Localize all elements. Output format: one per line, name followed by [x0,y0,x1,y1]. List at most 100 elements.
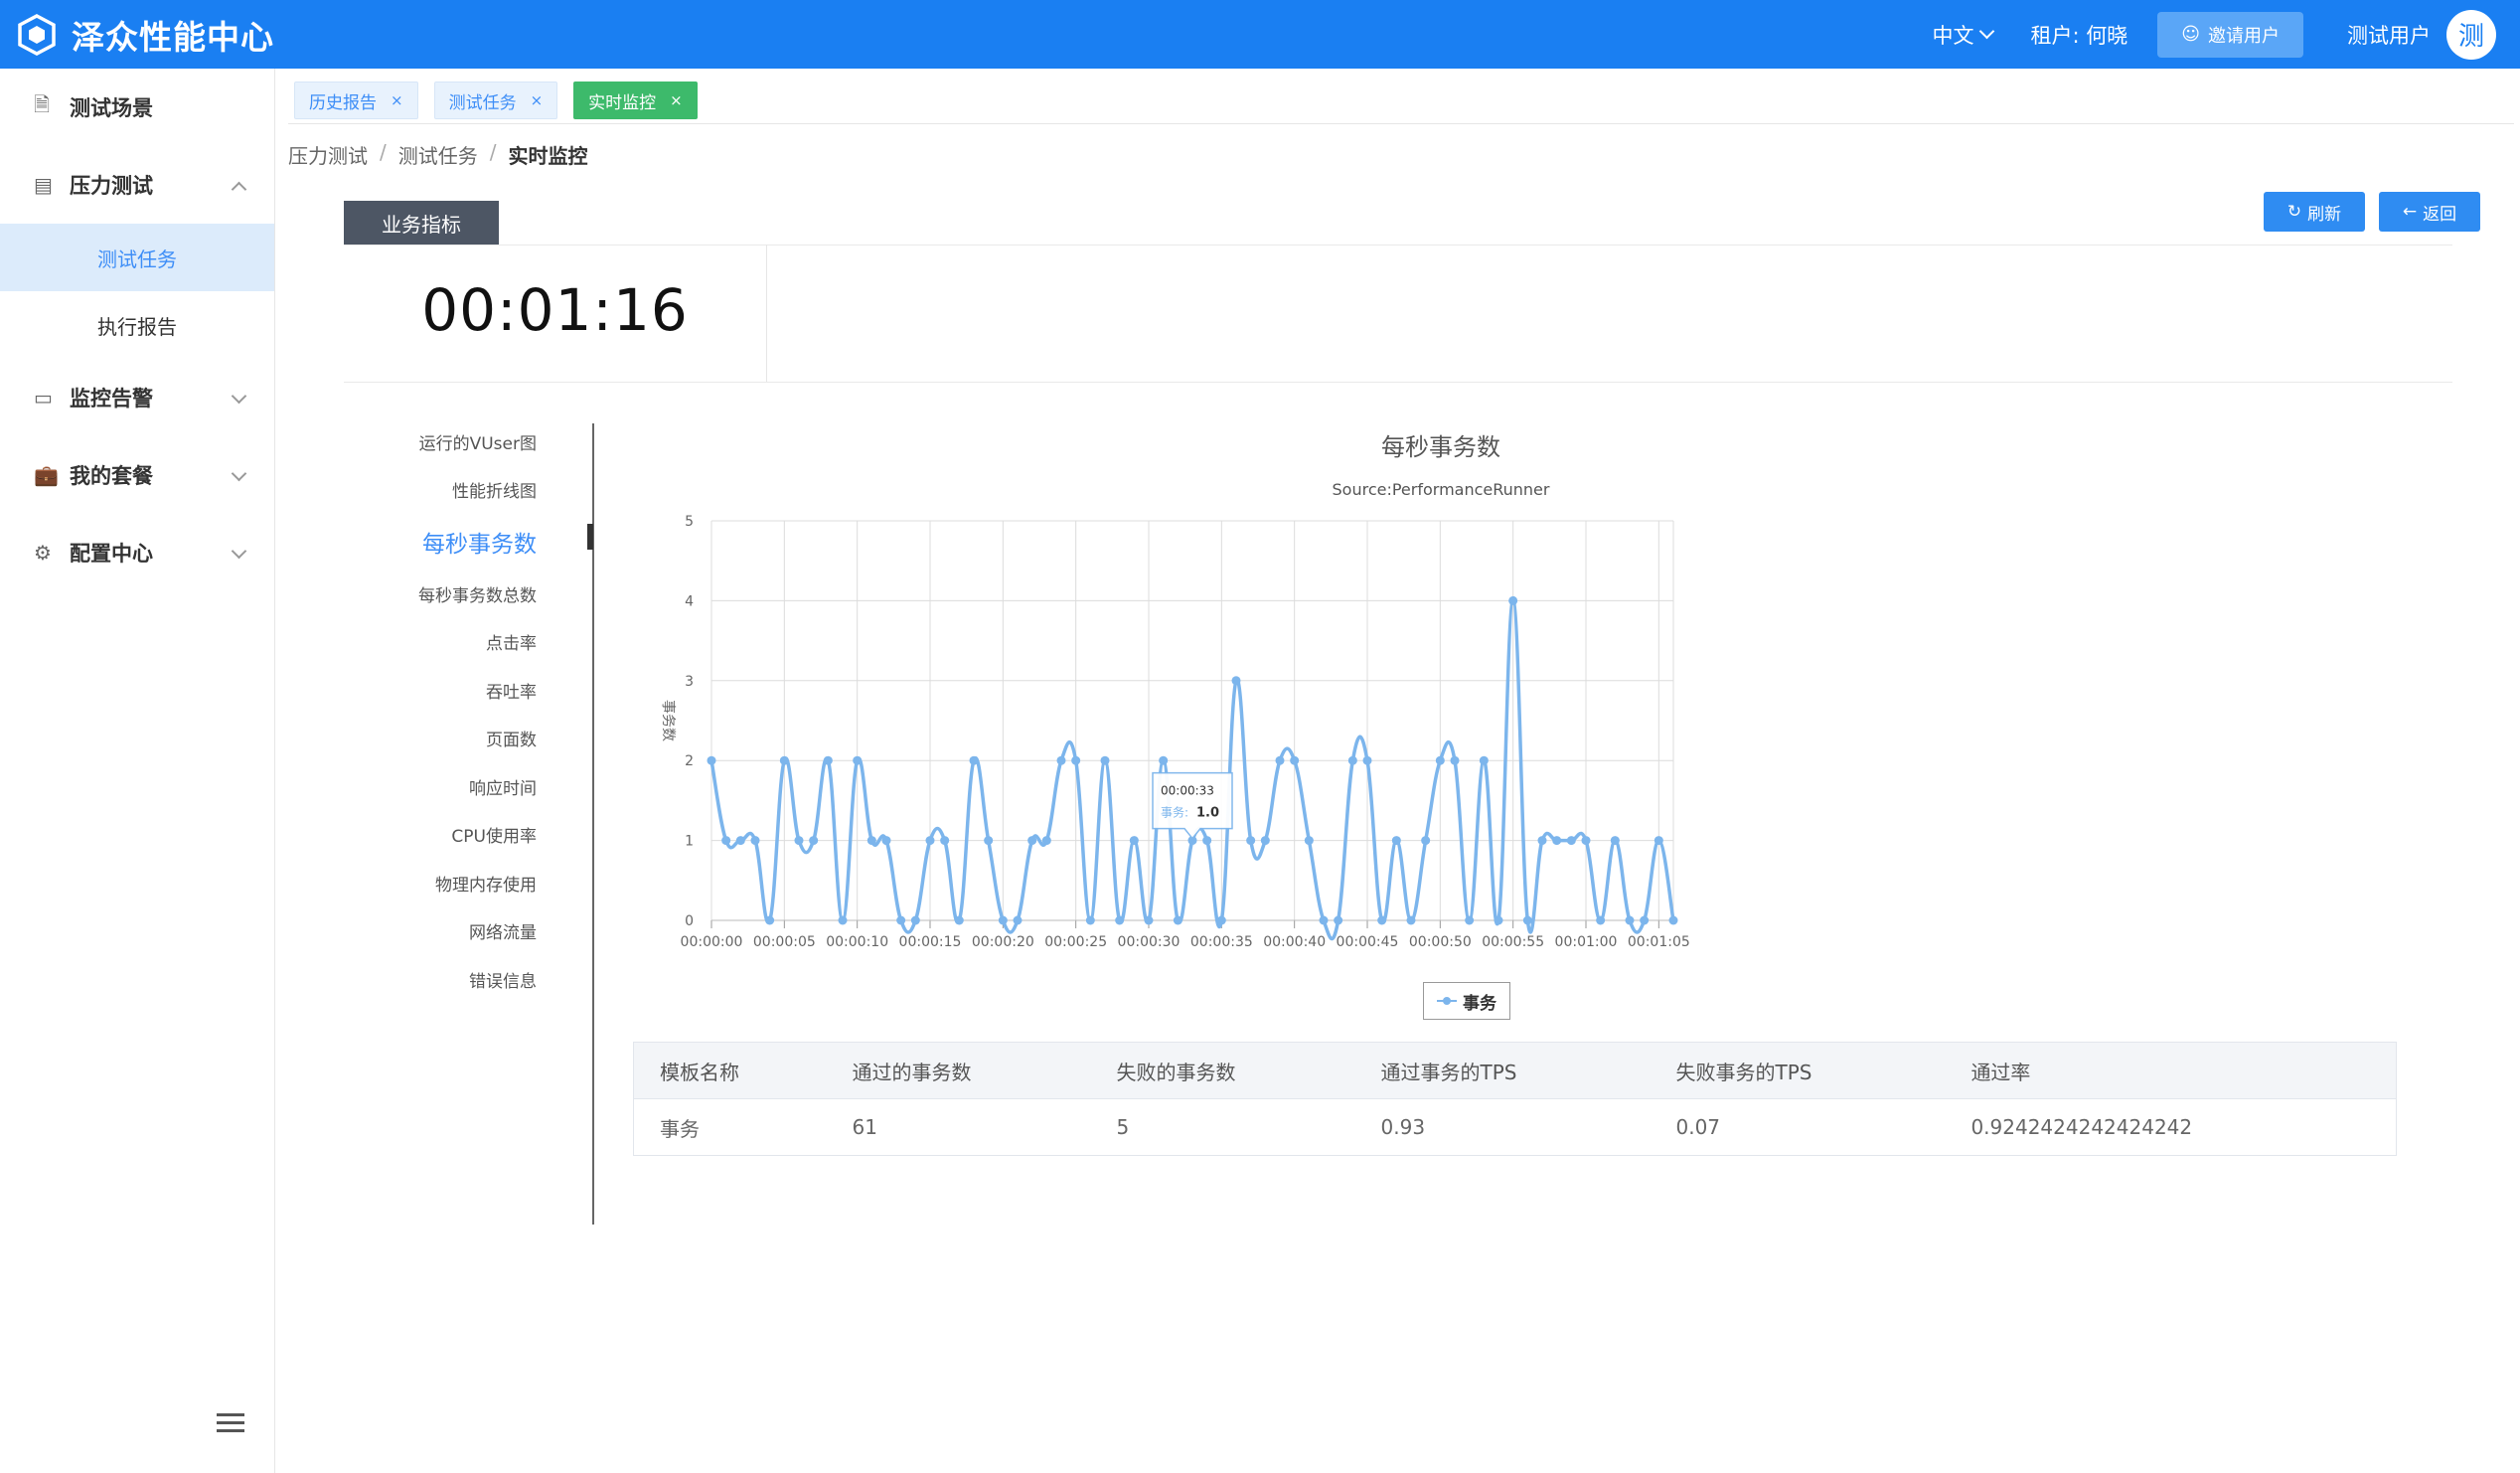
chart-nav-item[interactable]: 吞吐率 [378,666,537,715]
data-point[interactable] [853,755,863,765]
data-point[interactable] [1085,915,1095,925]
chart-nav-item[interactable]: 响应时间 [378,762,537,811]
sidebar-subitem-test-task[interactable]: 测试任务 [0,224,274,291]
data-point[interactable] [1290,755,1300,765]
data-point[interactable] [1654,836,1663,846]
chart-nav-item[interactable]: 运行的VUser图 [378,417,537,466]
data-point[interactable] [1100,755,1110,765]
data-point[interactable] [1391,836,1401,846]
invite-user-button[interactable]: ☺ 邀请用户 [2157,11,2303,58]
data-point[interactable] [1625,915,1635,925]
data-point[interactable] [1537,836,1547,846]
data-point[interactable] [1640,915,1650,925]
data-point[interactable] [823,755,833,765]
data-point[interactable] [1202,836,1212,846]
data-point[interactable] [910,915,920,925]
data-point[interactable] [881,836,891,846]
data-point[interactable] [1129,836,1139,846]
data-point[interactable] [984,836,994,846]
data-point[interactable] [1552,836,1562,846]
data-point[interactable] [1173,915,1182,925]
chart-nav-item[interactable]: CPU使用率 [378,811,537,860]
sidebar-item-monitoring-alerts[interactable]: ▭ 监控告警 [0,359,274,436]
chart-nav-item[interactable]: 物理内存使用 [378,859,537,907]
username[interactable]: 测试用户 [2347,20,2431,50]
data-point[interactable] [1347,755,1357,765]
data-point[interactable] [1522,915,1532,925]
data-point[interactable] [1013,915,1023,925]
data-point[interactable] [1406,915,1416,925]
data-point[interactable] [1260,836,1270,846]
chart-nav-item[interactable]: 错误信息 [378,955,537,1004]
data-point[interactable] [866,836,876,846]
close-icon[interactable]: × [531,91,544,109]
data-point[interactable] [1027,836,1037,846]
data-point[interactable] [1596,915,1606,925]
data-point[interactable] [1334,915,1343,925]
tab-realtime-monitor[interactable]: 实时监控 × [573,82,698,119]
data-point[interactable] [1494,915,1503,925]
data-point[interactable] [1144,915,1154,925]
data-point[interactable] [940,836,950,846]
tab-test-task[interactable]: 测试任务 × [433,82,558,119]
data-point[interactable] [1275,755,1285,765]
data-point[interactable] [1566,836,1576,846]
chart-nav-item[interactable]: 网络流量 [378,907,537,956]
data-point[interactable] [1362,755,1372,765]
data-point[interactable] [750,836,760,846]
data-point[interactable] [721,836,731,846]
data-point[interactable] [1246,836,1256,846]
data-point[interactable] [1216,915,1226,925]
data-point[interactable] [896,915,906,925]
data-point[interactable] [1581,836,1591,846]
data-point[interactable] [1319,915,1329,925]
data-point[interactable] [1056,755,1066,765]
data-point[interactable] [1479,755,1489,765]
avatar[interactable]: 测 [2446,9,2496,60]
data-point[interactable] [707,755,716,765]
sidebar-item-test-scenario[interactable]: 🗎 测试场景 [0,69,274,146]
breadcrumb-item[interactable]: 测试任务 [398,140,478,169]
data-point[interactable] [765,915,775,925]
brand[interactable]: 泽众性能中心 [16,11,274,59]
data-point[interactable] [1115,915,1125,925]
data-point[interactable] [1041,836,1051,846]
data-point[interactable] [1450,755,1460,765]
data-point[interactable] [1377,915,1387,925]
close-icon[interactable]: × [670,91,683,109]
chart-nav-item[interactable]: 每秒事务数 [378,514,537,570]
collapse-menu-icon[interactable] [217,1413,244,1437]
data-point[interactable] [969,755,979,765]
data-point[interactable] [1304,836,1314,846]
data-point[interactable] [1508,595,1518,605]
data-point[interactable] [779,755,789,765]
back-button[interactable]: ← 返回 [2379,192,2480,232]
chart-legend[interactable]: 事务 [1423,982,1510,1020]
data-point[interactable] [1435,755,1445,765]
sidebar-subitem-execution-report[interactable]: 执行报告 [0,291,274,359]
sidebar-item-config-center[interactable]: ⚙ 配置中心 [0,514,274,591]
sidebar-item-my-plan[interactable]: 💼 我的套餐 [0,436,274,514]
chart-nav-item[interactable]: 性能折线图 [378,466,537,515]
data-point[interactable] [1465,915,1475,925]
section-tab-business-metrics[interactable]: 业务指标 [344,201,499,245]
data-point[interactable] [794,836,804,846]
data-point[interactable] [809,836,819,846]
language-selector[interactable]: 中文 [1932,20,1995,50]
sidebar-item-stress-test[interactable]: ▤ 压力测试 [0,146,274,224]
data-point[interactable] [925,836,935,846]
data-point[interactable] [1231,676,1241,686]
chart-nav-item[interactable]: 页面数 [378,715,537,763]
data-point[interactable] [1610,836,1620,846]
data-point[interactable] [1668,915,1678,925]
breadcrumb-item[interactable]: 压力测试 [288,140,368,169]
data-point[interactable] [735,836,745,846]
data-point[interactable] [1159,755,1169,765]
tab-history-report[interactable]: 历史报告 × [294,82,418,119]
data-point[interactable] [954,915,964,925]
data-point[interactable] [1421,836,1431,846]
refresh-button[interactable]: ↻ 刷新 [2264,192,2365,232]
data-point[interactable] [1071,755,1081,765]
chart-nav-item[interactable]: 每秒事务数总数 [378,570,537,618]
close-icon[interactable]: × [391,91,403,109]
